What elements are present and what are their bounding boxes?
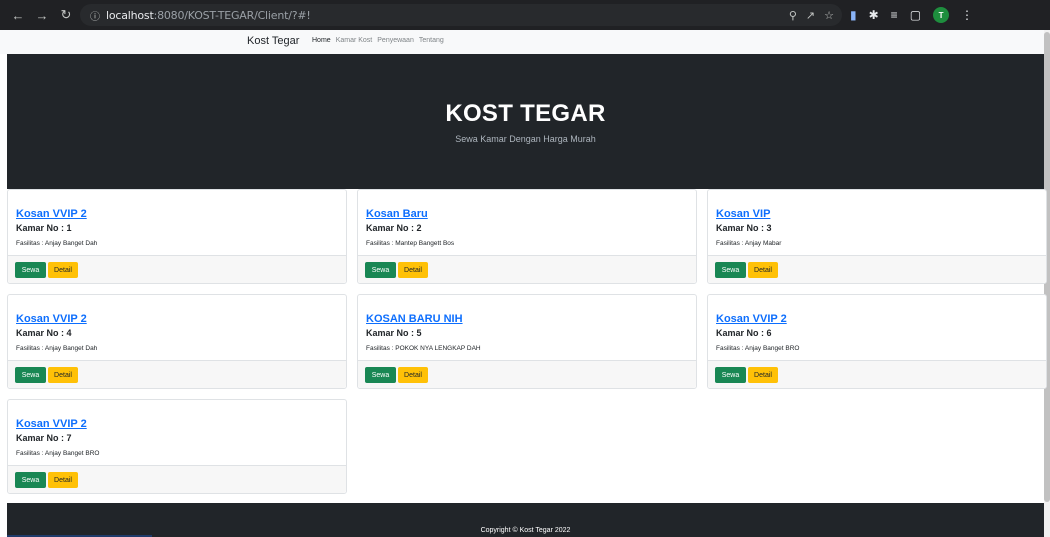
card-footer: Sewa Detail: [8, 465, 346, 493]
reload-icon[interactable]: ↻: [56, 7, 76, 23]
sewa-button[interactable]: Sewa: [365, 367, 396, 383]
detail-button[interactable]: Detail: [398, 262, 428, 278]
sewa-button[interactable]: Sewa: [715, 367, 746, 383]
detail-button[interactable]: Detail: [748, 262, 778, 278]
sewa-button[interactable]: Sewa: [15, 472, 46, 488]
nav-links: Home Kamar Kost Penyewaan Tentang: [312, 37, 444, 44]
room-card: Kosan VVIP 2 Kamar No : 1 Fasilitas : An…: [7, 189, 347, 284]
url-path: :8080/KOST-TEGAR/Client/?#!: [153, 8, 311, 22]
room-number: Kamar No : 3: [716, 223, 772, 233]
sewa-button[interactable]: Sewa: [15, 262, 46, 278]
room-title-link[interactable]: Kosan Baru: [366, 208, 428, 220]
nav-link-penyewaan[interactable]: Penyewaan: [377, 37, 414, 44]
card-footer: Sewa Detail: [708, 360, 1046, 388]
card-footer: Sewa Detail: [8, 360, 346, 388]
room-facilities: Fasilitas : Anjay Mabar: [716, 240, 782, 247]
room-facilities: Fasilitas : Mantep Bangett Bos: [366, 240, 455, 247]
detail-button[interactable]: Detail: [48, 262, 78, 278]
room-facilities: Fasilitas : Anjay Banget Dah: [16, 240, 98, 247]
site-navbar: Kost Tegar Home Kamar Kost Penyewaan Ten…: [0, 30, 1044, 54]
room-facilities: Fasilitas : Anjay Banget BRO: [16, 450, 100, 457]
extension-icon[interactable]: ▮: [850, 8, 857, 22]
room-card: Kosan VIP Kamar No : 3 Fasilitas : Anjay…: [707, 189, 1047, 284]
site-footer: Copyright © Kost Tegar 2022: [7, 503, 1044, 537]
detail-button[interactable]: Detail: [48, 367, 78, 383]
share-icon[interactable]: ↗: [806, 9, 815, 22]
card-footer: Sewa Detail: [708, 255, 1046, 283]
zoom-icon[interactable]: ⚲: [789, 9, 797, 22]
reading-list-icon[interactable]: ≡: [891, 8, 898, 22]
room-title-link[interactable]: Kosan VVIP 2: [16, 418, 87, 430]
room-number: Kamar No : 4: [16, 328, 72, 338]
room-card: KOSAN BARU NIH Kamar No : 5 Fasilitas : …: [357, 294, 697, 389]
room-card: Kosan VVIP 2 Kamar No : 6 Fasilitas : An…: [707, 294, 1047, 389]
hero-banner: KOST TEGAR Sewa Kamar Dengan Harga Murah: [7, 54, 1044, 189]
nav-link-tentang[interactable]: Tentang: [419, 37, 444, 44]
url-text[interactable]: localhost:8080/KOST-TEGAR/Client/?#!: [106, 9, 311, 22]
room-title-link[interactable]: KOSAN BARU NIH: [366, 313, 463, 325]
side-panel-icon[interactable]: ▢: [910, 8, 921, 22]
room-facilities: Fasilitas : Anjay Banget Dah: [16, 345, 98, 352]
room-number: Kamar No : 5: [366, 328, 422, 338]
detail-button[interactable]: Detail: [398, 367, 428, 383]
room-card: Kosan Baru Kamar No : 2 Fasilitas : Mant…: [357, 189, 697, 284]
room-number: Kamar No : 1: [16, 223, 72, 233]
room-facilities: Fasilitas : POKOK NYA LENGKAP DAH: [366, 345, 481, 352]
forward-arrow-icon[interactable]: →: [32, 8, 52, 23]
hero-subtitle: Sewa Kamar Dengan Harga Murah: [455, 134, 596, 144]
room-number: Kamar No : 7: [16, 433, 72, 443]
bookmark-star-icon[interactable]: ☆: [824, 9, 834, 22]
room-title-link[interactable]: Kosan VIP: [716, 208, 770, 220]
room-title-link[interactable]: Kosan VVIP 2: [16, 208, 87, 220]
more-menu-icon[interactable]: ⋮: [961, 8, 973, 22]
copyright-text: Copyright © Kost Tegar 2022: [480, 527, 571, 534]
room-number: Kamar No : 6: [716, 328, 772, 338]
nav-link-kamar-kost[interactable]: Kamar Kost: [336, 37, 373, 44]
room-title-link[interactable]: Kosan VVIP 2: [16, 313, 87, 325]
navbar-brand[interactable]: Kost Tegar: [247, 35, 299, 47]
browser-toolbar: ← → ↻ ⓘ localhost:8080/KOST-TEGAR/Client…: [0, 0, 1050, 30]
sewa-button[interactable]: Sewa: [365, 262, 396, 278]
card-footer: Sewa Detail: [8, 255, 346, 283]
card-footer: Sewa Detail: [358, 255, 696, 283]
hero-title: KOST TEGAR: [445, 100, 606, 127]
sewa-button[interactable]: Sewa: [715, 262, 746, 278]
nav-link-home[interactable]: Home: [312, 37, 331, 44]
card-footer: Sewa Detail: [358, 360, 696, 388]
info-icon[interactable]: ⓘ: [90, 8, 100, 23]
profile-avatar[interactable]: T: [933, 7, 950, 23]
back-arrow-icon[interactable]: ←: [8, 8, 28, 23]
room-card: Kosan VVIP 2 Kamar No : 4 Fasilitas : An…: [7, 294, 347, 389]
url-host: localhost: [106, 8, 154, 22]
sewa-button[interactable]: Sewa: [15, 367, 46, 383]
room-title-link[interactable]: Kosan VVIP 2: [716, 313, 787, 325]
room-number: Kamar No : 2: [366, 223, 422, 233]
detail-button[interactable]: Detail: [748, 367, 778, 383]
room-facilities: Fasilitas : Anjay Banget BRO: [716, 345, 800, 352]
puzzle-extensions-icon[interactable]: ✱: [869, 8, 879, 22]
detail-button[interactable]: Detail: [48, 472, 78, 488]
address-bar[interactable]: ⓘ localhost:8080/KOST-TEGAR/Client/?#! ⚲…: [80, 4, 842, 26]
room-card: Kosan VVIP 2 Kamar No : 7 Fasilitas : An…: [7, 399, 347, 494]
